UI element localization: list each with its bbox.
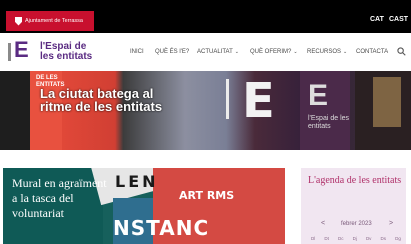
mural-title[interactable]: Mural en agraïment a la tasca del volunt… — [12, 176, 108, 221]
hero-sign-e: E — [242, 73, 275, 129]
chevron-down-icon: ⌄ — [293, 49, 298, 55]
ajuntament-logo-link[interactable]: Ajuntament de Terrassa — [6, 11, 94, 31]
weekday-label: Dt — [324, 236, 329, 241]
nav-que-es[interactable]: QUÈ ÉS l'E? — [155, 49, 189, 55]
weekday-label: Dg — [395, 236, 401, 241]
language-cat-link[interactable]: CAT — [370, 16, 384, 23]
mural-letters-mid: ART RMS — [179, 189, 235, 202]
site-header: E l'Espai de les entitats INICI QUÈ ÉS l… — [0, 33, 411, 71]
mural-letters-top: LEN — [115, 172, 159, 191]
hero-door-sub: l'Espai de les entitats — [308, 115, 350, 130]
calendar-month: febrer 2023 — [341, 221, 372, 227]
weekday-label: Dl — [311, 236, 316, 241]
site-logo[interactable]: E — [8, 37, 32, 63]
logo-e-icon: E — [14, 37, 29, 62]
agenda-widget: L'agenda de les entitats < febrer 2023 >… — [301, 168, 406, 244]
nav-label: CONTACTA — [356, 49, 389, 55]
logo-line-2: les entitats — [40, 51, 93, 62]
chevron-left-icon[interactable]: < — [321, 220, 325, 227]
weekday-label: Ds — [380, 236, 387, 241]
nav-que-oferim[interactable]: QUÈ OFERIM? ⌄ — [250, 49, 298, 55]
terrassa-shield-icon — [15, 16, 22, 26]
nav-label: RECURSOS — [307, 49, 342, 55]
chevron-right-icon[interactable]: > — [389, 220, 393, 227]
logo-bar — [8, 43, 11, 61]
nav-recursos[interactable]: RECURSOS ⌄ — [307, 49, 347, 55]
nav-label: INICI — [130, 49, 144, 55]
hero-door-e: E — [308, 79, 329, 112]
logo-text[interactable]: l'Espai de les entitats — [40, 42, 92, 62]
nav-contacta[interactable]: CONTACTA — [356, 49, 388, 55]
hero-sign-bar — [226, 79, 229, 119]
agenda-title: L'agenda de les entitats — [308, 175, 402, 186]
weekday-label: Dj — [352, 236, 357, 241]
weekday-label: Dv — [365, 236, 372, 241]
nav-label: ACTUALITAT — [197, 49, 233, 55]
hero-window — [355, 71, 411, 150]
chevron-down-icon: ⌄ — [343, 49, 348, 55]
hero-title[interactable]: La ciutat batega al ritme de les entitat… — [40, 87, 180, 113]
weekday-label: Dc — [337, 236, 344, 241]
nav-inici[interactable]: INICI — [130, 49, 144, 55]
language-cast-link[interactable]: CAST — [389, 16, 408, 23]
calendar-weekdays: Dl Dt Dc Dj Dv Ds Dg — [311, 236, 401, 241]
mural-letters-bottom: NSTANC — [113, 216, 210, 240]
nav-label: QUÈ ÉS l'E? — [155, 49, 190, 55]
top-bar: Ajuntament de Terrassa CAT CAST — [0, 0, 411, 33]
nav-actualitat[interactable]: ACTUALITAT ⌄ — [197, 49, 239, 55]
nav-label: QUÈ OFERIM? — [250, 49, 292, 55]
hero-door: E l'Espai de les entitats — [300, 71, 350, 150]
chevron-down-icon: ⌄ — [234, 49, 239, 55]
ajuntament-label: Ajuntament de Terrassa — [25, 18, 83, 24]
search-icon[interactable] — [397, 47, 406, 56]
hero-window-glow — [373, 77, 401, 127]
